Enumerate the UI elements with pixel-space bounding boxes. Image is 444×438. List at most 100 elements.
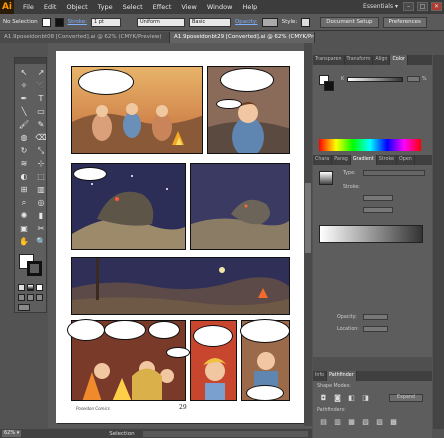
speech-balloon[interactable] <box>104 320 146 340</box>
gradient-location-field[interactable] <box>363 326 388 332</box>
tab-opentype[interactable]: Open <box>397 155 415 165</box>
stroke-color-box[interactable] <box>27 261 42 276</box>
variable-width-profile-select[interactable]: Uniform <box>136 17 185 27</box>
type-tool-icon[interactable]: T <box>34 93 48 104</box>
zoom-level-field[interactable]: 62% ▾ <box>2 430 22 437</box>
merge-icon[interactable]: ▦ <box>347 418 356 426</box>
eraser-tool-icon[interactable]: ⌫ <box>34 132 48 143</box>
speech-balloon[interactable] <box>78 69 134 95</box>
magic-wand-tool-icon[interactable]: ✧ <box>17 80 31 91</box>
rotate-tool-icon[interactable]: ↻ <box>17 145 31 156</box>
paintbrush-tool-icon[interactable]: 🖌 <box>17 119 31 130</box>
pencil-tool-icon[interactable]: ✎ <box>34 119 48 130</box>
color-spectrum[interactable] <box>319 139 421 151</box>
menu-type[interactable]: Type <box>93 3 118 11</box>
thought-balloon[interactable] <box>73 167 107 181</box>
none-mode-icon[interactable] <box>36 284 43 291</box>
selection-arrow-tool-icon[interactable]: ↖ <box>17 67 31 78</box>
blend-tool-icon[interactable]: ◎ <box>34 197 48 208</box>
menu-file[interactable]: File <box>18 3 39 11</box>
tab-gradient[interactable]: Gradient <box>350 155 377 165</box>
minus-front-icon[interactable]: ◙ <box>333 394 342 402</box>
document-setup-button[interactable]: Document Setup <box>320 16 379 28</box>
minimize-button[interactable]: – <box>403 2 414 11</box>
pen-tool-icon[interactable]: ✒ <box>17 93 31 104</box>
menu-object[interactable]: Object <box>61 3 92 11</box>
stroke-swatch[interactable] <box>54 17 64 27</box>
color-mode-icon[interactable] <box>18 284 25 291</box>
tab-paragraph[interactable]: Parag <box>332 155 351 165</box>
speech-balloon[interactable] <box>240 319 290 343</box>
tab-color[interactable]: Color <box>390 55 408 65</box>
graphic-style-swatch[interactable] <box>301 17 311 27</box>
symbol-sprayer-tool-icon[interactable]: ✺ <box>17 210 31 221</box>
width-tool-icon[interactable]: ≋ <box>17 158 31 169</box>
artboard[interactable]: Poseidon Comics 29 <box>56 51 305 423</box>
scale-tool-icon[interactable]: ⤡ <box>34 145 48 156</box>
gradient-preview-swatch[interactable] <box>319 171 333 185</box>
opacity-field[interactable] <box>261 17 278 27</box>
tab-align[interactable]: Align <box>373 55 391 65</box>
draw-inside-icon[interactable] <box>36 294 43 301</box>
crop-icon[interactable]: ▧ <box>361 418 370 426</box>
scroll-thumb[interactable] <box>305 183 311 253</box>
comic-panel-5[interactable] <box>71 257 290 315</box>
draw-behind-icon[interactable] <box>27 294 34 301</box>
trim-icon[interactable]: ▥ <box>333 418 342 426</box>
comic-panel-4[interactable] <box>190 163 290 250</box>
current-tool-status[interactable]: Selection <box>109 431 134 437</box>
menu-edit[interactable]: Edit <box>39 3 62 11</box>
k-slider[interactable] <box>347 77 403 82</box>
gradient-angle-field[interactable] <box>363 195 393 201</box>
intersect-icon[interactable]: ◧ <box>347 394 356 402</box>
line-tool-icon[interactable]: ╲ <box>17 106 31 117</box>
speech-balloon[interactable] <box>246 385 284 401</box>
tab-poseidonbt08[interactable]: A1.9poseidonbt08 [Converted].ai @ 62% (C… <box>0 32 170 43</box>
mesh-tool-icon[interactable]: ⊞ <box>17 184 31 195</box>
workspace-switcher[interactable]: Essentials ▾ <box>363 3 398 10</box>
shape-builder-tool-icon[interactable]: ◐ <box>17 171 31 182</box>
tab-transform[interactable]: Transform <box>345 55 374 65</box>
menu-effect[interactable]: Effect <box>148 3 177 11</box>
blob-brush-tool-icon[interactable]: ◍ <box>17 132 31 143</box>
screen-mode-icon[interactable] <box>18 304 30 311</box>
unite-icon[interactable]: ◘ <box>319 394 328 402</box>
eyedropper-tool-icon[interactable]: ⌕ <box>17 197 31 208</box>
vertical-scrollbar[interactable] <box>304 43 312 426</box>
free-transform-tool-icon[interactable]: ⊹ <box>34 158 48 169</box>
gradient-type-select[interactable] <box>363 170 425 176</box>
column-graph-tool-icon[interactable]: ▮ <box>34 210 48 221</box>
rectangle-tool-icon[interactable]: ▭ <box>34 106 48 117</box>
brush-definition-select[interactable]: Basic <box>188 17 231 27</box>
gradient-aspect-field[interactable] <box>363 207 393 213</box>
color-stroke-swatch[interactable] <box>324 81 334 91</box>
tab-character[interactable]: Chara <box>313 155 333 165</box>
tab-transparency[interactable]: Transparen <box>313 55 345 65</box>
exclude-icon[interactable]: ◨ <box>361 394 370 402</box>
tab-pathfinder[interactable]: Pathfinder <box>327 371 357 381</box>
fill-swatch[interactable] <box>41 17 51 27</box>
gradient-opacity-field[interactable] <box>363 314 388 320</box>
speech-balloon[interactable] <box>166 347 190 358</box>
tab-stroke[interactable]: Stroke <box>377 155 398 165</box>
stroke-weight-select[interactable]: 1 pt <box>90 17 121 27</box>
perspective-tool-icon[interactable]: ⬚ <box>34 171 48 182</box>
stroke-link[interactable]: Stroke: <box>68 19 87 25</box>
menu-window[interactable]: Window <box>202 3 238 11</box>
gradient-tool-icon[interactable]: ▥ <box>34 184 48 195</box>
expand-button[interactable]: Expand <box>389 394 423 402</box>
gradient-slider[interactable] <box>319 225 423 243</box>
slice-tool-icon[interactable]: ✂ <box>34 223 48 234</box>
draw-normal-icon[interactable] <box>18 294 25 301</box>
minus-back-icon[interactable]: ▩ <box>389 418 398 426</box>
speech-balloon[interactable] <box>193 325 233 347</box>
speech-balloon[interactable] <box>216 99 242 109</box>
tab-poseidonbt29[interactable]: A1.9poseidonbt29 [Converted].ai @ 62% (C… <box>170 32 315 43</box>
preferences-button[interactable]: Preferences <box>382 16 427 28</box>
k-value-field[interactable] <box>407 76 420 82</box>
menu-view[interactable]: View <box>176 3 201 11</box>
speech-balloon[interactable] <box>67 319 105 341</box>
hand-tool-icon[interactable]: ✋ <box>17 236 31 247</box>
maximize-button[interactable]: □ <box>417 2 428 11</box>
horizontal-scrollbar[interactable] <box>142 430 308 437</box>
